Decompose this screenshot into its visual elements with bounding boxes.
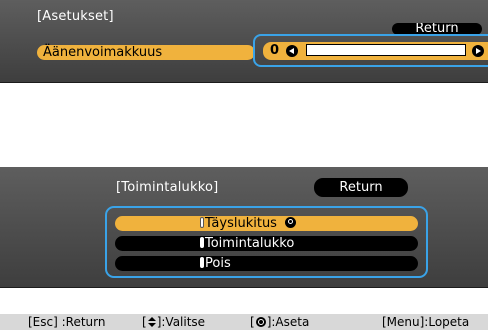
help-esc: [Esc] :Return [28, 315, 106, 329]
lock-title: [Toimintalukko] [116, 180, 219, 195]
volume-value: 0 [270, 43, 280, 58]
lock-option[interactable]: Pois [115, 256, 418, 271]
option-marker-icon [200, 237, 204, 248]
lock-option[interactable]: Täyslukitus [115, 216, 418, 231]
help-menu: [Menu]:Lopeta [382, 315, 470, 329]
lock-option-label: Täyslukitus [200, 216, 296, 231]
lock-option-label: Toimintalukko [200, 236, 294, 251]
selected-check-icon [284, 217, 296, 228]
lock-option-text: Toimintalukko [205, 236, 295, 251]
lock-option-text: Pois [205, 256, 231, 271]
option-marker-icon [200, 217, 204, 228]
settings-title: [Asetukset] [37, 9, 114, 24]
volume-slider[interactable] [306, 44, 466, 56]
lock-option[interactable]: Toimintalukko [115, 236, 418, 251]
lock-return-button[interactable]: Return [314, 178, 408, 197]
help-select: []:Valitse [142, 315, 206, 329]
enter-icon [255, 317, 266, 327]
arrow-left-icon[interactable] [286, 45, 298, 57]
up-down-arrows-icon [147, 317, 156, 327]
volume-setting-label[interactable]: Äänenvoimakkuus [37, 45, 255, 60]
lock-option-label: Pois [200, 256, 231, 271]
lock-option-text: Täyslukitus [205, 216, 277, 231]
option-marker-icon [200, 257, 204, 268]
help-set: []:Aseta [250, 315, 310, 329]
help-bar: [Esc] :Return []:Valitse []:Aseta [Menu]… [0, 314, 488, 330]
arrow-right-icon[interactable] [472, 45, 484, 57]
